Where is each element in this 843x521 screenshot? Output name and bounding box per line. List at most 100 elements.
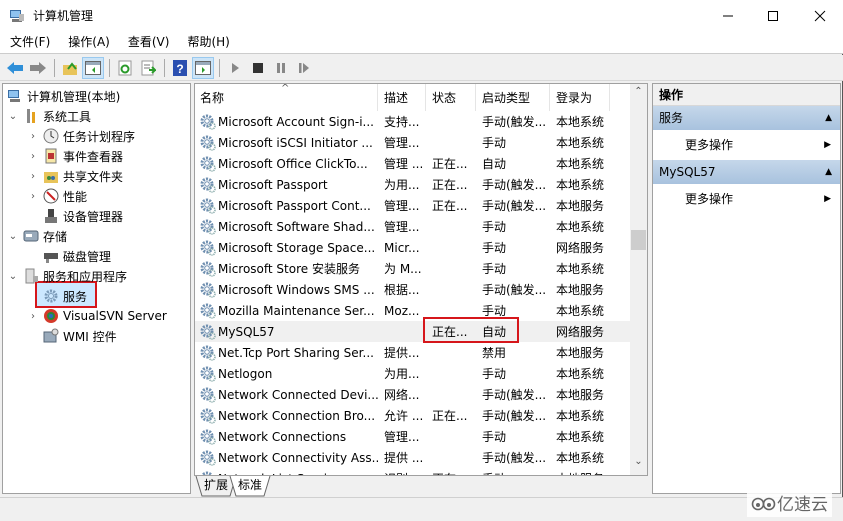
table-row[interactable]: Microsoft Account Sign-i... 支持... 手动(触发...… (195, 111, 630, 132)
service-log-on-as: 本地系统 (556, 136, 605, 150)
service-name: Network Connection Bro... (195, 408, 378, 424)
column-header-log-on-as[interactable]: 登录为 (550, 84, 610, 111)
sort-ascending-icon: ^ (281, 83, 290, 94)
action-group-mysql57[interactable]: MySQL57 ▲ (653, 160, 840, 184)
show-hide-tree-icon (85, 60, 101, 75)
service-name: Microsoft Passport (195, 177, 378, 193)
tree-node-shared-folders[interactable]: › 共享文件夹 (27, 166, 123, 186)
service-log-on-as: 本地系统 (556, 157, 605, 171)
service-name: Microsoft Office ClickTo... (195, 156, 378, 172)
table-row[interactable]: Microsoft Store 安装服务 为 M... 手动 本地系统 (195, 258, 630, 279)
menu-file[interactable]: 文件(F) (0, 31, 58, 54)
chevron-down-icon[interactable]: ⌄ (7, 271, 19, 282)
collapse-icon: ▲ (825, 167, 832, 177)
scroll-down-icon[interactable]: ⌄ (630, 456, 647, 473)
up-level-button[interactable] (59, 57, 81, 79)
stop-service-button[interactable] (247, 57, 269, 79)
scroll-up-icon[interactable]: ⌃ (630, 86, 647, 103)
table-row[interactable]: Microsoft Passport 为用... 正在... 手动(触发... 本地系统 (195, 174, 630, 195)
column-header-startup-type[interactable]: 启动类型 (476, 84, 550, 111)
table-row[interactable]: Mozilla Maintenance Ser... Moz... 手动 本地系统 (195, 300, 630, 321)
chevron-down-icon[interactable]: ⌄ (7, 111, 19, 122)
table-row[interactable]: Net.Tcp Port Sharing Ser... 提供... 禁用 本地服务 (195, 342, 630, 363)
refresh-icon (118, 60, 132, 75)
table-row[interactable]: Microsoft Passport Cont... 管理... 正在... 手动(触… (195, 195, 630, 216)
export-list-button[interactable] (137, 57, 159, 79)
tree-node-task-scheduler[interactable]: › 任务计划程序 (27, 126, 135, 146)
tab-standard[interactable]: 标准 (236, 476, 264, 496)
maximize-button[interactable] (750, 0, 796, 31)
service-log-on-as: 本地系统 (556, 451, 605, 465)
column-header-status[interactable]: 状态 (426, 84, 476, 111)
menu-action[interactable]: 操作(A) (58, 31, 118, 54)
back-icon (7, 61, 23, 74)
table-row[interactable]: Netlogon 为用... 手动 本地系统 (195, 363, 630, 384)
scrollbar-thumb[interactable] (631, 230, 646, 250)
tree-node-storage[interactable]: ⌄ 存储 (7, 226, 67, 246)
tab-extended[interactable]: 扩展 (202, 476, 230, 496)
service-name: Netlogon (195, 366, 378, 382)
pause-service-button[interactable] (270, 57, 292, 79)
action-more-actions-mysql57[interactable]: 更多操作 ▶ (653, 184, 840, 214)
table-row[interactable]: Network Connections 管理... 手动 本地系统 (195, 426, 630, 447)
column-header-description[interactable]: 描述 (378, 84, 426, 111)
tree-node-root[interactable]: 计算机管理(本地) (7, 86, 120, 106)
help-icon: ? (173, 59, 187, 76)
service-name-text: Network Connections (218, 429, 347, 444)
service-log-on-as: 本地系统 (556, 262, 605, 276)
service-description: 支持... (384, 115, 420, 129)
show-hide-action-pane-button[interactable] (192, 56, 214, 79)
tree-node-disk-management[interactable]: 磁盘管理 (43, 246, 111, 266)
chevron-down-icon[interactable]: ⌄ (7, 231, 19, 242)
table-row[interactable]: Network Connectivity Ass... 提供 ... 手动(触发..… (195, 447, 630, 468)
table-row[interactable]: Microsoft Windows SMS ... 根据... 手动(触发... 本地… (195, 279, 630, 300)
table-row[interactable]: MySQL57 正在... 自动 网络服务 (195, 321, 630, 342)
tree-node-services[interactable]: 服务 (43, 286, 87, 306)
table-row[interactable]: Microsoft iSCSI Initiator ... 管理... 手动 本地系统 (195, 132, 630, 153)
chevron-right-icon[interactable]: › (27, 151, 39, 162)
service-description: Moz... (384, 303, 420, 318)
submenu-arrow-icon: ▶ (824, 140, 831, 150)
refresh-button[interactable] (114, 57, 136, 79)
service-startup-type: 手动 (482, 262, 507, 276)
svg-text:?: ? (176, 62, 183, 76)
service-description: Micr... (384, 240, 420, 255)
service-name: Microsoft Passport Cont... (195, 198, 378, 214)
show-hide-tree-button[interactable] (82, 56, 104, 79)
minimize-button[interactable] (705, 0, 751, 31)
chevron-right-icon[interactable]: › (27, 311, 39, 322)
list-header: 名称 ^ 描述 状态 启动类型 登录为 (195, 84, 630, 111)
start-service-button[interactable] (224, 57, 246, 79)
table-row[interactable]: Microsoft Storage Space... Micr... 手动 网络服务 (195, 237, 630, 258)
table-row[interactable]: Network List Service识别...正在...手动本地服务 (195, 468, 630, 475)
tree-node-services-apps[interactable]: ⌄ 服务和应用程序 (7, 266, 127, 286)
tree-node-visualsvn[interactable]: › VisualSVN Server (27, 306, 167, 326)
tree-node-wmi[interactable]: WMI 控件 (43, 326, 117, 346)
column-header-name[interactable]: 名称 ^ (195, 84, 378, 111)
action-more-actions-services[interactable]: 更多操作 ▶ (653, 130, 840, 160)
help-button[interactable]: ? (169, 57, 191, 79)
table-row[interactable]: Network Connection Bro... 允许 ... 正在... 手动(触… (195, 405, 630, 426)
tree-node-system-tools[interactable]: ⌄ 系统工具 (7, 106, 91, 126)
table-row[interactable]: Network Connected Devi... 网络... 手动(触发... 本地… (195, 384, 630, 405)
chevron-right-icon[interactable]: › (27, 131, 39, 142)
restart-service-button[interactable] (293, 57, 315, 79)
menu-help[interactable]: 帮助(H) (177, 31, 237, 54)
table-row[interactable]: Microsoft Software Shad... 管理... 手动 本地系统 (195, 216, 630, 237)
back-button[interactable] (4, 57, 26, 79)
menu-view[interactable]: 查看(V) (118, 31, 178, 54)
action-group-services[interactable]: 服务 ▲ (653, 106, 840, 130)
chevron-right-icon[interactable]: › (27, 171, 39, 182)
tree-node-event-viewer[interactable]: › 事件查看器 (27, 146, 123, 166)
tree-node-performance[interactable]: › 性能 (27, 186, 87, 206)
tree-node-device-manager[interactable]: 设备管理器 (43, 206, 123, 226)
table-row[interactable]: Microsoft Office ClickTo... 管理 ... 正在... 自动… (195, 153, 630, 174)
service-name: Microsoft Store 安装服务 (195, 260, 378, 277)
column-label: 名称 (200, 90, 225, 105)
pause-service-icon (277, 62, 285, 73)
service-description: 管理... (384, 220, 420, 234)
forward-button[interactable] (27, 57, 49, 79)
vertical-scrollbar[interactable]: ⌃ ⌄ (630, 84, 647, 475)
chevron-right-icon[interactable]: › (27, 191, 39, 202)
close-button[interactable] (797, 0, 843, 31)
